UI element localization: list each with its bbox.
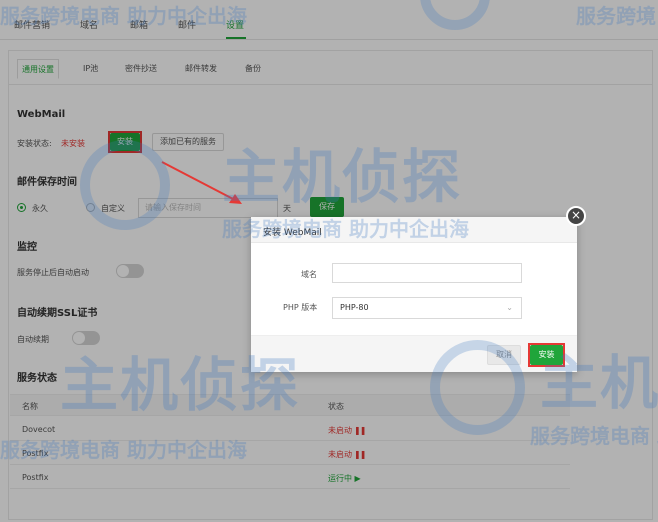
php-version-label: PHP 版本 (283, 303, 318, 312)
watermark-logo-icon (430, 340, 525, 435)
watermark-slogan: 服务跨境电商 助力中企出海 (0, 438, 247, 462)
watermark-logo-icon (80, 140, 170, 230)
watermark-brand: 主机侦探 (60, 351, 301, 419)
watermark-slogan-partial: 服务跨境 (576, 4, 656, 28)
watermark-brand: 主机侦探 (222, 143, 463, 211)
watermark-brand: 主机侦探 (540, 349, 658, 417)
close-icon[interactable]: × (566, 206, 586, 226)
watermark-slogan: 服务跨境电商 助力中企出海 (222, 217, 469, 241)
domain-input[interactable] (332, 263, 522, 283)
watermark-slogan: 服务跨境电商 助力中企出海 (530, 424, 658, 448)
watermark-slogan: 服务跨境电商 助力中企出海 (0, 4, 247, 28)
domain-label: 域名 (301, 270, 317, 279)
chevron-down-icon: ⌄ (506, 303, 513, 312)
php-version-select[interactable]: PHP-80 ⌄ (332, 297, 522, 319)
